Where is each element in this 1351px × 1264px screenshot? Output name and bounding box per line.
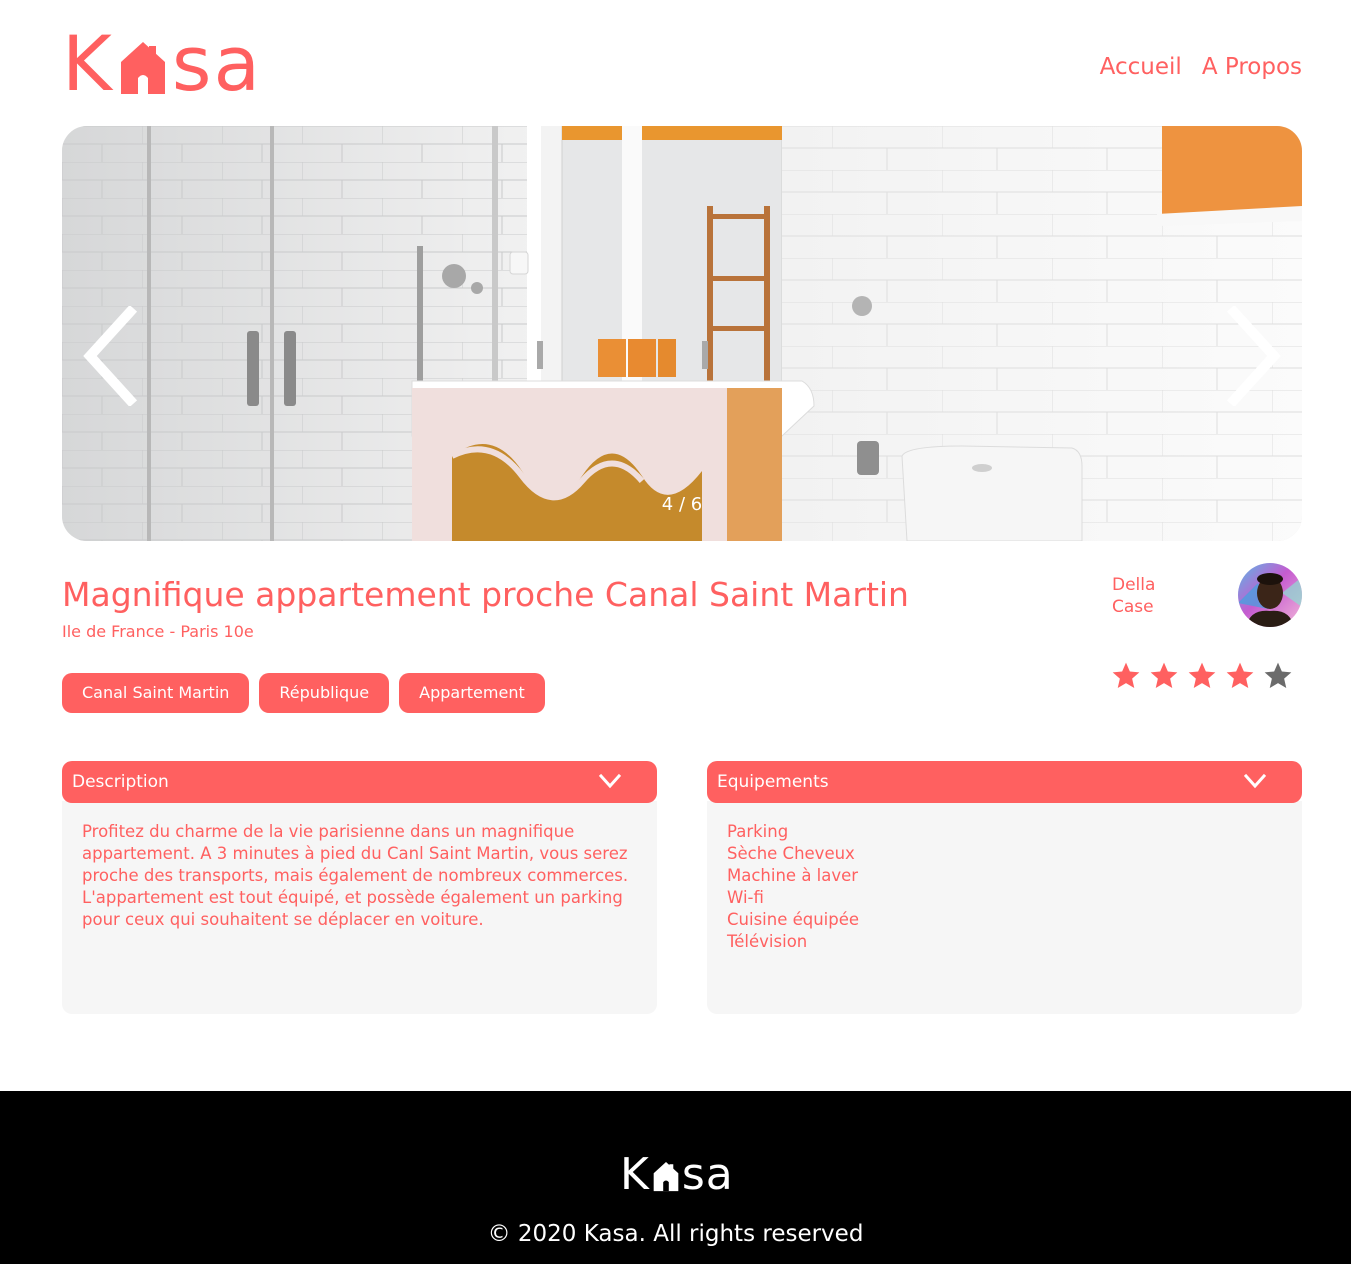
nav-link-a-propos[interactable]: A Propos	[1202, 54, 1302, 80]
star-rating	[1110, 660, 1294, 692]
equipments-body: Parking Sèche Cheveux Machine à laver Wi…	[707, 801, 1302, 1014]
image-carousel: 4 / 6	[62, 126, 1302, 541]
nav-link-accueil[interactable]: Accueil	[1100, 54, 1182, 80]
chevron-down-icon[interactable]	[1244, 773, 1266, 789]
house-icon	[653, 1162, 679, 1192]
kasa-logo[interactable]: K sa	[62, 26, 262, 102]
tag: République	[259, 673, 390, 713]
star-icon	[1226, 662, 1254, 688]
listing-title: Magnifique appartement proche Canal Sain…	[62, 575, 909, 614]
copyright-text: © 2020 Kasa. All rights reserved	[487, 1221, 864, 1247]
list-item: Sèche Cheveux	[727, 844, 855, 863]
star-icon	[1150, 662, 1178, 688]
footer-logo-letters-sa: sa	[681, 1149, 734, 1200]
carousel-photo	[62, 126, 1302, 541]
listing-location: Ile de France - Paris 10e	[62, 622, 254, 641]
logo-letter-k: K	[62, 19, 114, 108]
description-collapse: Description Profitez du charme de la vie…	[62, 761, 657, 1014]
host-first-name: Della	[1112, 575, 1156, 595]
equipments-title: Equipements	[717, 772, 829, 792]
tag: Appartement	[399, 673, 545, 713]
header: K sa Accueil A Propos	[62, 26, 1302, 102]
equipments-collapse: Equipements Parking Sèche Cheveux Machin…	[707, 761, 1302, 1014]
chevron-down-icon[interactable]	[599, 773, 621, 789]
avatar	[1238, 563, 1302, 627]
list-item: Parking	[727, 822, 789, 841]
tag: Canal Saint Martin	[62, 673, 250, 713]
equipments-list: Parking Sèche Cheveux Machine à laver Wi…	[727, 821, 1282, 953]
list-item: Cuisine équipée	[727, 910, 860, 929]
tag-list: Canal Saint Martin République Appartemen…	[62, 673, 545, 713]
description-toggle[interactable]: Description	[62, 761, 657, 803]
carousel-counter: 4 / 6	[661, 494, 703, 515]
list-item: Wi-fi	[727, 888, 764, 907]
host-last-name: Case	[1112, 597, 1154, 617]
chevron-left-icon[interactable]	[78, 306, 140, 406]
house-icon	[120, 42, 165, 94]
list-item: Machine à laver	[727, 866, 859, 885]
equipments-toggle[interactable]: Equipements	[707, 761, 1302, 803]
chevron-right-icon[interactable]	[1224, 306, 1286, 406]
footer: K sa © 2020 Kasa. All rights reserved	[0, 1091, 1351, 1264]
main-nav: Accueil A Propos	[1100, 54, 1302, 80]
description-text: Profitez du charme de la vie parisienne …	[82, 822, 629, 929]
host-info: Della Case	[1112, 563, 1302, 636]
description-title: Description	[72, 772, 169, 792]
list-item: Télévision	[727, 932, 808, 951]
star-icon	[1112, 662, 1140, 688]
description-body: Profitez du charme de la vie parisienne …	[62, 801, 657, 1014]
footer-logo: K sa	[620, 1153, 734, 1197]
footer-logo-letter-k: K	[620, 1149, 650, 1200]
star-empty-icon	[1264, 662, 1292, 688]
star-icon	[1188, 662, 1216, 688]
host-name: Della Case	[1112, 574, 1155, 618]
logo-letters-sa: sa	[171, 19, 263, 108]
